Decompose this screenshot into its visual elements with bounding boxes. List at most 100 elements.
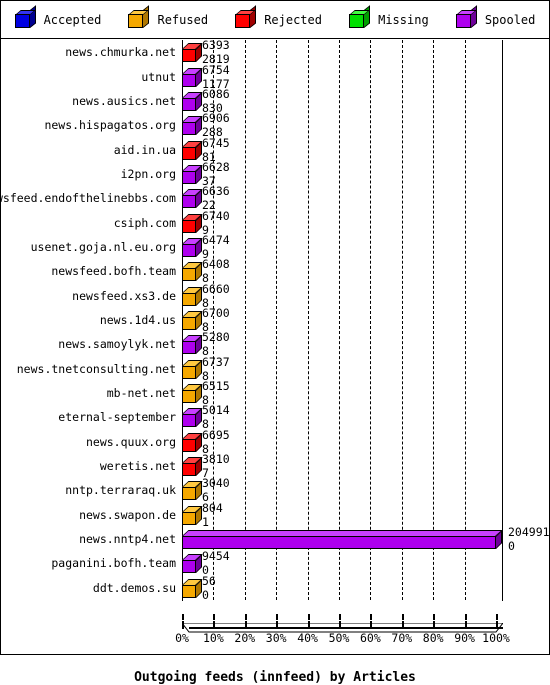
x-axis-tick-back [496,614,498,620]
y-axis-label: csiph.com [113,215,176,230]
y-axis-label: news.chmurka.net [65,45,176,60]
bar[interactable] [182,116,203,136]
bar[interactable] [182,335,203,355]
bar[interactable] [182,213,203,233]
legend-label: Spooled [484,12,536,27]
bar[interactable] [182,237,203,257]
x-axis-tick-label: 80% [422,631,444,645]
x-axis-tick-back [182,614,184,620]
bar-value-secondary: 0 [508,539,515,554]
bar[interactable] [182,432,203,452]
x-axis-tick [276,621,279,629]
bar[interactable] [182,457,203,477]
bar[interactable] [182,43,203,63]
bar-value-primary: 5280 [202,330,230,345]
gridline [307,40,309,600]
x-axis: 0% 10% 20% 30% 40% 50% 60% 70% 80% 90% 100% [1,600,549,654]
legend-item-spooled: Spooled [455,5,536,29]
y-axis-labels: news.chmurka.net utnut news.ausics.net news… [0,40,179,600]
gridline [370,40,372,600]
bar-value-primary: 6474 [202,232,230,247]
y-axis-label: ddt.demos.su [92,580,176,595]
bar-value-primary: 6408 [202,257,230,272]
x-axis-tick-back [244,614,247,620]
x-axis-tick [213,621,216,629]
y-axis-label: news.ausics.net [72,93,176,108]
bar-value-primary: 6737 [202,354,230,369]
bar[interactable] [182,359,203,379]
x-axis-tick-back [339,614,341,620]
y-axis-label: news.tnetconsulting.net [16,361,176,376]
x-axis-tick-back [433,614,436,620]
bar-value-primary: 6660 [202,281,230,296]
x-axis-line [189,627,503,629]
bar[interactable] [182,578,203,598]
bar-value-primary: 6636 [202,184,230,199]
bar-value-primary: 2049910 [508,525,550,540]
bar[interactable] [182,408,203,428]
y-axis-label: utnut [141,69,176,84]
y-axis-label: newsfeed.bofh.team [51,264,176,279]
cube-icon [455,5,478,29]
x-axis-tick-label: 90% [454,631,475,645]
bar-value-primary: 6906 [202,111,230,126]
bar-value-primary: 56 [202,573,216,588]
y-axis-label: i2pn.org [120,166,176,181]
y-axis-label: paganini.bofh.team [51,556,176,571]
bar-value-secondary: 0 [202,587,209,602]
bar[interactable] [182,286,203,306]
gridline [401,40,403,600]
legend-label: Accepted [43,12,102,27]
bar[interactable] [182,481,203,501]
bar[interactable] [182,311,203,330]
bar-value-primary: 6695 [202,427,230,442]
bar[interactable] [182,67,203,87]
bar-value-primary: 6740 [202,208,230,223]
bar-value-primary: 3040 [202,476,230,491]
cube-icon [128,5,150,29]
bar-value-primary: 3810 [202,452,230,467]
y-axis-label: mb-net.net [106,386,176,401]
legend-item-rejected: Rejected [235,5,322,29]
y-axis-label: nntp.terraraq.uk [65,483,176,498]
legend-item-refused: Refused [128,5,208,29]
bar-value-primary: 6393 [202,38,230,53]
x-axis-tick-label: 60% [360,631,381,645]
x-axis-tick-label: 50% [328,631,350,645]
x-axis-tick-back [307,614,310,620]
x-axis-tick [182,621,184,629]
y-axis-label: aid.in.ua [113,142,176,157]
bar[interactable] [182,91,203,111]
bar-value-primary: 804 [202,500,223,515]
x-axis-tick-back [401,614,404,620]
bar[interactable] [182,384,203,404]
x-axis-tick [464,621,467,629]
x-axis-tick [307,621,310,629]
bar[interactable] [182,140,203,160]
legend-label: Rejected [264,12,322,27]
bar[interactable] [182,530,503,550]
x-axis-tick [496,621,498,629]
x-axis-tick-label: 30% [265,631,287,645]
x-axis-tick-label: 100% [482,631,510,645]
bar-value-primary: 5014 [202,403,230,418]
bar-value-primary: 9454 [202,549,230,564]
plot-area: news.chmurka.net utnut news.ausics.net news… [0,38,550,685]
x-axis-tick-back [276,614,279,620]
y-axis-label: weretis.net [99,459,176,474]
bar-value-primary: 6754 [202,62,230,77]
bar[interactable] [182,262,203,282]
bar-value-primary: 6700 [202,306,230,320]
gridline [244,40,246,600]
bar-value-secondary: 1 [202,514,209,529]
cube-icon [14,5,37,29]
y-axis-label: news.nntp4.net [79,532,176,547]
x-axis-tick-label: 40% [297,631,318,645]
bar[interactable] [182,505,203,525]
bar-value-primary: 6515 [202,379,230,394]
gridline [464,40,466,600]
bar[interactable] [182,189,203,209]
legend-label: Missing [378,12,429,27]
bar[interactable] [182,554,203,574]
bar[interactable] [182,164,203,184]
